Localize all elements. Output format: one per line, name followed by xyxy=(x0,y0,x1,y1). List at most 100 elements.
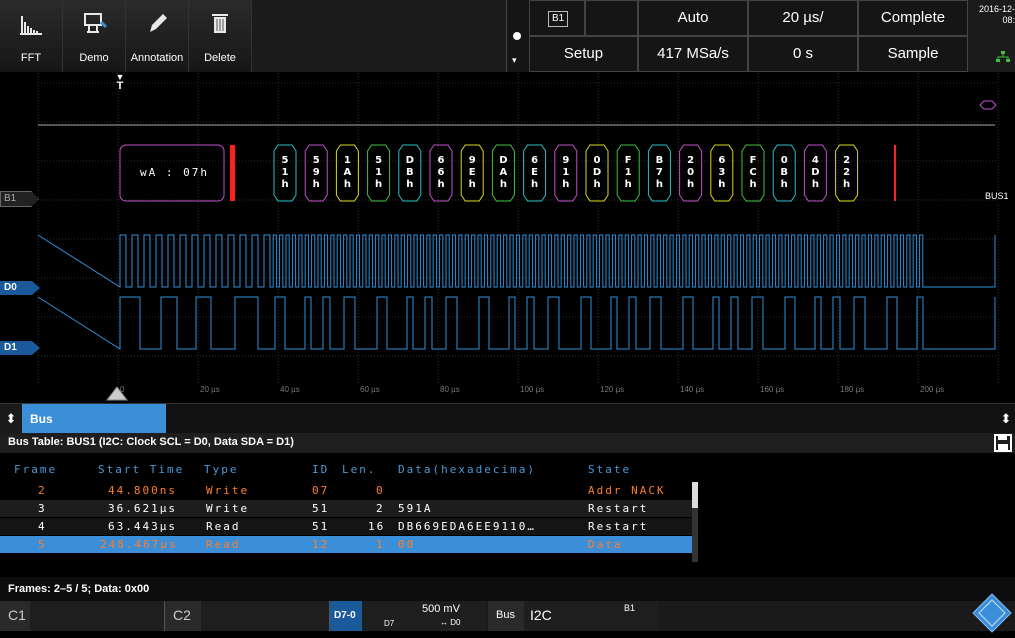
time-tick-label: 200 µs xyxy=(920,385,945,394)
panel-collapse-button[interactable]: ⬍ xyxy=(997,404,1015,434)
time-tick-label: 40 µs xyxy=(280,385,300,394)
c1-label: C1 xyxy=(8,607,26,623)
c1-value-box xyxy=(30,601,164,631)
col-data[interactable]: Data(hexadecima) xyxy=(398,461,536,478)
frame-byte-char: E xyxy=(531,167,538,178)
demo-icon xyxy=(63,8,125,42)
frame-byte-char: 1 xyxy=(344,155,351,166)
table-row[interactable]: 3 36.621µs Write 51 2 591A Restart xyxy=(0,500,692,517)
acq-mode[interactable]: Sample xyxy=(858,36,968,72)
frame-byte-char: 7 xyxy=(656,167,663,178)
row-state: Restart xyxy=(588,502,649,515)
trigger-marker[interactable]: ▼ T xyxy=(115,73,125,92)
annotation-button[interactable]: Annotation xyxy=(126,0,189,72)
d0-channel-label[interactable]: D0 xyxy=(0,281,40,295)
bus-badge: B1 xyxy=(548,11,569,27)
frame-byte-char: h xyxy=(781,179,788,190)
frame-byte-char: h xyxy=(749,179,756,190)
bus-end-icon xyxy=(978,97,998,110)
row-state: Addr NACK xyxy=(588,484,666,497)
col-type[interactable]: Type xyxy=(204,461,239,478)
frame-byte-char: 0 xyxy=(594,155,601,166)
sample-rate[interactable]: 417 MSa/s xyxy=(638,36,748,72)
settings-gear-button[interactable]: ▾ xyxy=(506,0,529,72)
network-icon xyxy=(996,50,1010,62)
row-id: 12 xyxy=(312,538,330,551)
delete-label: Delete xyxy=(204,52,236,64)
time-offset[interactable]: 0 s xyxy=(748,36,858,72)
trash-icon xyxy=(189,8,251,42)
frame-byte-char: h xyxy=(500,179,507,190)
frame-byte-char: 2 xyxy=(843,167,850,178)
row-id: 07 xyxy=(312,484,330,497)
datetime: 2016-12- 08: xyxy=(978,4,1015,25)
fft-button[interactable]: FFT xyxy=(0,0,63,72)
col-start-time[interactable]: Start Time xyxy=(98,461,184,478)
bus-channel-label[interactable]: B1 xyxy=(0,191,39,207)
row-type: Read xyxy=(206,538,241,551)
updown-icon: ⬍ xyxy=(5,411,17,426)
waveform-svg: wA : 07h51h59h1Ah51hDBh66h9EhDAh6Eh91h0D… xyxy=(37,73,999,385)
row-frame: 3 xyxy=(38,502,47,515)
row-data: 591A xyxy=(398,502,433,515)
frame-nack-marker xyxy=(230,145,235,201)
channel-bus[interactable]: Bus I2C B1 xyxy=(488,601,658,631)
pen-icon xyxy=(126,8,188,42)
frame-byte-char: h xyxy=(531,179,538,190)
offset-marker-icon[interactable] xyxy=(105,386,129,403)
channel-c1[interactable]: C1 xyxy=(0,601,165,631)
d1-label-text: D1 xyxy=(4,342,17,353)
table-scrollbar[interactable] xyxy=(692,482,698,562)
tab-bus-label: Bus xyxy=(30,412,53,426)
panel-expand-button[interactable]: ⬍ xyxy=(0,404,22,434)
channel-c2[interactable]: C2 xyxy=(165,601,330,631)
d70-d7: D7 xyxy=(384,619,395,628)
frame-byte-char: 4 xyxy=(812,155,819,166)
demo-label: Demo xyxy=(79,52,109,64)
chevron-down-icon: ▾ xyxy=(512,55,517,65)
bus-channel-label-text: Bus xyxy=(496,609,515,621)
toolbar: FFT Demo Annotation Delete ▾ B1 Setup Au… xyxy=(0,0,1015,72)
row-data: DB669EDA6EE9110… xyxy=(398,520,536,533)
frame-byte-char: 9 xyxy=(313,167,320,178)
frame-byte-char: 5 xyxy=(282,155,289,166)
col-state[interactable]: State xyxy=(588,461,631,478)
row-state: Restart xyxy=(588,520,649,533)
frame-byte-char: 9 xyxy=(469,155,476,166)
time-per-div[interactable]: 20 µs/ xyxy=(748,0,858,36)
table-row-selected[interactable]: 5 248.467µs Read 12 1 00 Data xyxy=(0,536,692,553)
gear-icon xyxy=(513,32,521,40)
waveform-area[interactable]: wA : 07h 5 1 h 5 9 h 1 Ah 5 1 h D Bh 6 6 h 9 Eh D Ah 6 Eh 9 1 h 0 D… xyxy=(0,73,1015,403)
delete-button[interactable]: Delete xyxy=(189,0,252,72)
updown-icon-right: ⬍ xyxy=(1000,411,1012,426)
table-row[interactable]: 4 63.443µs Read 51 16 DB669EDA6EE9110… R… xyxy=(0,518,692,535)
col-len[interactable]: Len. xyxy=(342,461,377,478)
trigger-mode[interactable]: Auto xyxy=(638,0,748,36)
channel-d70[interactable]: D7-0 500 mV D7 ↔ D0 xyxy=(330,601,486,631)
d1-channel-label[interactable]: D1 xyxy=(0,341,40,355)
bus-protocol: I2C xyxy=(530,607,552,623)
time-tick-label: 160 µs xyxy=(760,385,785,394)
frame-byte-char: h xyxy=(656,179,663,190)
setup-button[interactable]: Setup xyxy=(529,36,638,72)
bus-table-header: Bus Table: BUS1 (I2C: Clock SCL = D0, Da… xyxy=(0,433,1015,453)
frame-byte-char: B xyxy=(406,167,414,178)
col-id[interactable]: ID xyxy=(312,461,329,478)
table-scrollbar-thumb[interactable] xyxy=(692,482,698,508)
frame-byte-char: D xyxy=(499,155,507,166)
bus-badge-box[interactable]: B1 xyxy=(529,0,585,36)
frame-byte-char: 3 xyxy=(718,167,725,178)
frame-byte-char: h xyxy=(843,179,850,190)
demo-button[interactable]: Demo xyxy=(63,0,126,72)
save-icon[interactable] xyxy=(994,434,1012,452)
frame-byte-char: 1 xyxy=(562,167,569,178)
col-frame[interactable]: Frame xyxy=(14,461,57,478)
rs-logo[interactable] xyxy=(972,593,1012,633)
frame-byte-char: A xyxy=(500,167,508,178)
tab-bus[interactable]: Bus xyxy=(22,404,166,434)
table-row[interactable]: 2 44.800ns Write 07 0 Addr NACK xyxy=(0,482,692,499)
acq-status[interactable]: Complete xyxy=(858,0,968,36)
frame-byte-char: D xyxy=(406,155,414,166)
table-header-row: Frame Start Time Type ID Len. Data(hexad… xyxy=(0,461,692,478)
d0-label-text: D0 xyxy=(4,282,17,293)
